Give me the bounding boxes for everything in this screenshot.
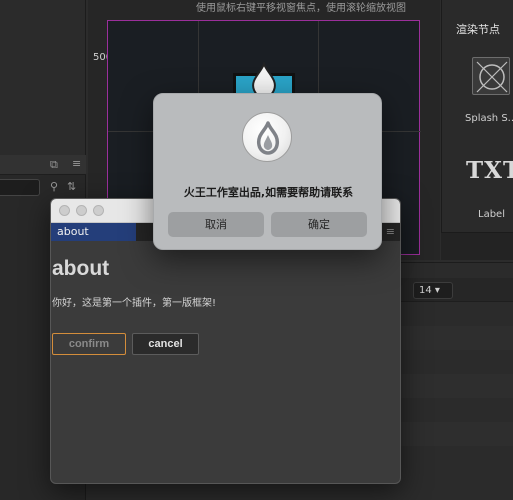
label-node-icon[interactable]: TXT	[466, 157, 513, 184]
timeline-row	[400, 422, 513, 446]
node-tree-panel	[0, 0, 86, 155]
scene-hint-text: 使用鼠标右键平移视窗焦点，使用滚轮缩放视图	[196, 3, 406, 14]
assets-search-input[interactable]	[0, 179, 40, 196]
render-nodes-panel	[441, 0, 513, 260]
search-icon[interactable]: ⚲	[50, 181, 58, 192]
minimize-window-button[interactable]	[76, 205, 87, 216]
sort-icon[interactable]: ⇅	[67, 181, 76, 192]
menu-icon[interactable]: ≡	[386, 225, 395, 238]
render-nodes-footer	[441, 232, 513, 260]
render-nodes-title: 渲染节点	[456, 23, 500, 36]
splash-sprite-icon[interactable]	[472, 57, 510, 95]
splash-sprite-label: Splash S...	[465, 113, 513, 124]
cocos-flame-icon	[242, 112, 292, 162]
flame-glyph	[256, 121, 280, 155]
zoom-window-button[interactable]	[93, 205, 104, 216]
timeline-row	[400, 374, 513, 398]
zoom-select[interactable]: 14 ▾	[413, 282, 453, 299]
confirm-button[interactable]: confirm	[52, 333, 126, 355]
popout-icon[interactable]: ⧉	[50, 159, 58, 170]
timeline-row	[400, 326, 513, 350]
tab-about[interactable]: about	[51, 223, 136, 241]
alert-cancel-button[interactable]: 取消	[168, 212, 264, 237]
splash-sprite-glyph	[476, 61, 508, 93]
about-description: 你好，这是第一个插件，第一版框架!	[52, 298, 217, 309]
cancel-button[interactable]: cancel	[132, 333, 199, 355]
alert-ok-button[interactable]: 确定	[271, 212, 367, 237]
assets-panel-header: ⧉ ≡	[0, 155, 86, 175]
alert-message: 火王工作室出品,如需要帮助请联系	[183, 186, 354, 199]
alert-dialog: 火王工作室出品,如需要帮助请联系 取消 确定	[153, 93, 382, 250]
close-window-button[interactable]	[59, 205, 70, 216]
panel-menu-icon[interactable]: ≡	[72, 158, 81, 169]
about-heading: about	[52, 257, 110, 280]
label-node-label: Label	[478, 209, 505, 220]
